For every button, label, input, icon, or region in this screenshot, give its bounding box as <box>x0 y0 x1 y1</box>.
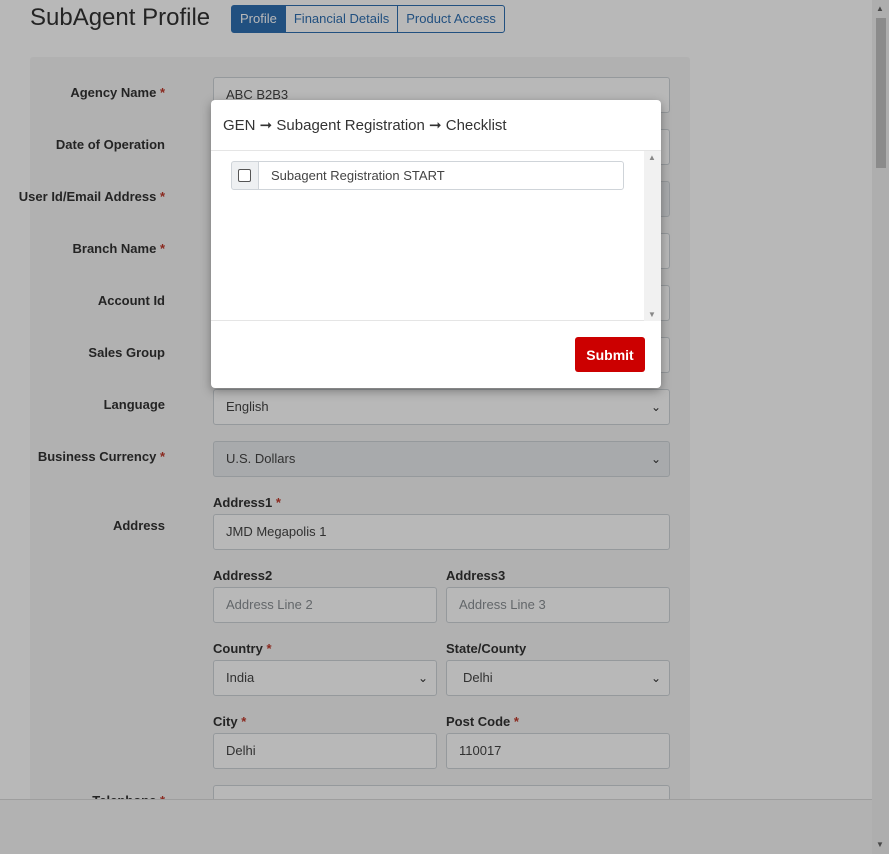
checklist-item-checkbox-wrap <box>231 161 259 190</box>
modal-body: Subagent Registration START ▲ ▼ <box>211 151 661 321</box>
modal-title: GEN ➞ Subagent Registration ➞ Checklist <box>211 100 661 151</box>
modal-scrollbar[interactable]: ▲ ▼ <box>644 151 661 321</box>
scroll-up-icon[interactable]: ▲ <box>648 153 656 162</box>
checklist-item-label: Subagent Registration START <box>258 161 624 190</box>
submit-button[interactable]: Submit <box>575 337 645 372</box>
scroll-down-icon[interactable]: ▼ <box>648 310 656 319</box>
checklist-item-checkbox[interactable] <box>238 169 251 182</box>
checklist-modal: GEN ➞ Subagent Registration ➞ Checklist … <box>211 100 661 388</box>
